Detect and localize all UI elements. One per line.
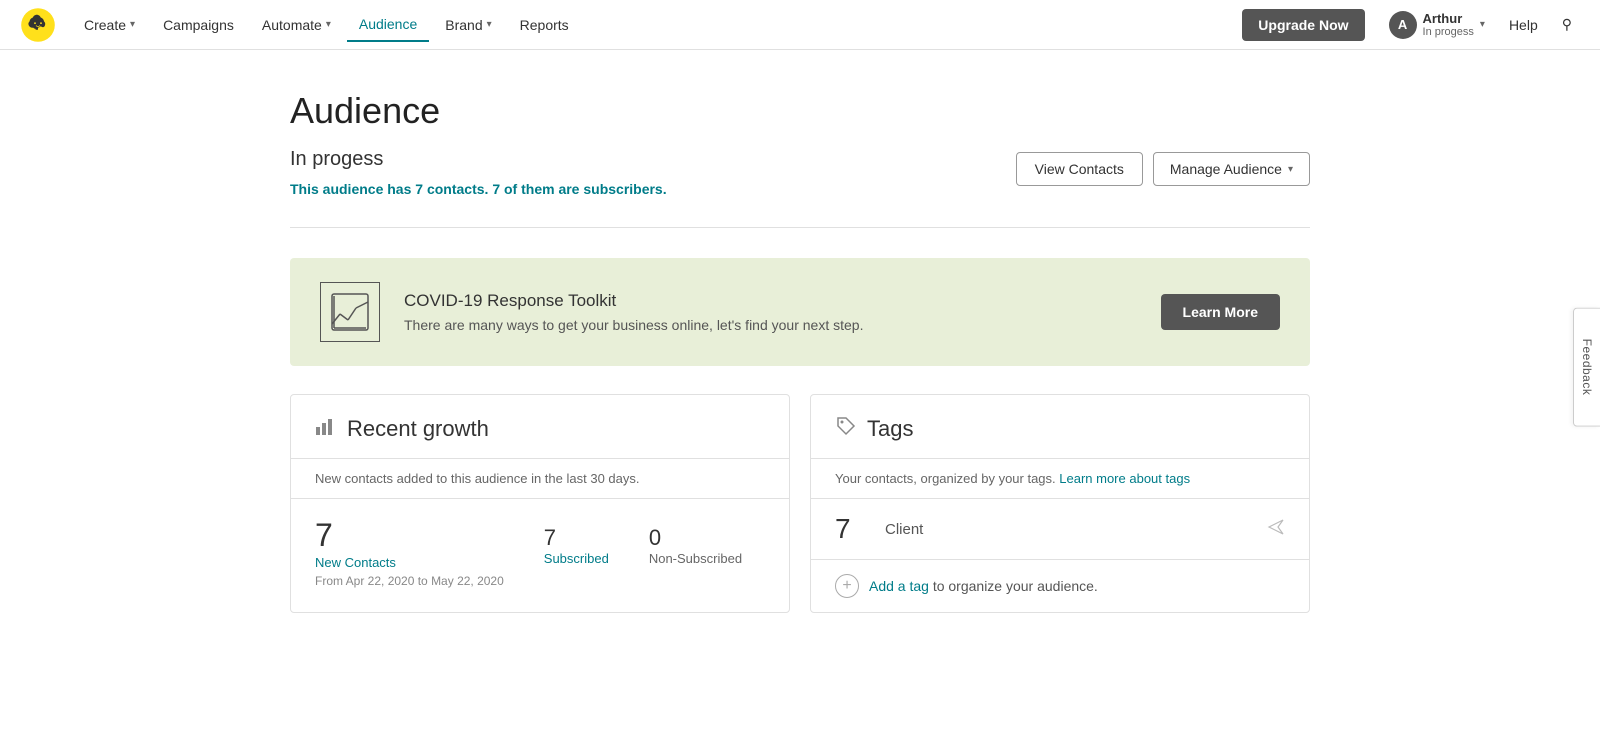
avatar: A	[1389, 11, 1417, 39]
learn-more-button[interactable]: Learn More	[1161, 294, 1280, 330]
growth-card-subtitle: New contacts added to this audience in t…	[291, 459, 789, 499]
chevron-down-icon: ▾	[326, 19, 331, 30]
user-menu[interactable]: A Arthur In progess ▾	[1381, 7, 1493, 43]
view-contacts-button[interactable]: View Contacts	[1016, 152, 1143, 186]
audience-description: This audience has 7 contacts. 7 of them …	[290, 181, 667, 197]
non-subscribed-number: 0	[649, 525, 742, 551]
subscribed-number: 7	[544, 525, 609, 551]
tag-row: 7 Client	[811, 499, 1309, 560]
nav-campaigns[interactable]: Campaigns	[151, 9, 246, 41]
user-name: Arthur	[1423, 11, 1474, 26]
recent-growth-card: Recent growth New contacts added to this…	[290, 394, 790, 613]
nav-audience[interactable]: Audience	[347, 8, 429, 42]
tags-card: Tags Your contacts, organized by your ta…	[810, 394, 1310, 613]
new-contacts-link[interactable]: New Contacts	[315, 555, 504, 570]
growth-card-title: Recent growth	[347, 416, 489, 442]
bar-chart-icon	[315, 415, 337, 442]
feedback-wrapper: Feedback	[1573, 308, 1600, 427]
logo[interactable]	[20, 7, 56, 43]
covid-icon	[320, 282, 380, 342]
tag-count: 7	[835, 513, 885, 545]
covid-banner: COVID-19 Response Toolkit There are many…	[290, 258, 1310, 366]
tags-card-title: Tags	[867, 416, 913, 442]
covid-title: COVID-19 Response Toolkit	[404, 291, 1137, 311]
page-title: Audience	[290, 90, 1310, 132]
cards-row: Recent growth New contacts added to this…	[290, 394, 1310, 613]
nav-create[interactable]: Create ▾	[72, 9, 147, 41]
add-tag-button[interactable]: +	[835, 574, 859, 598]
growth-card-content: 7 New Contacts From Apr 22, 2020 to May …	[291, 499, 789, 608]
upgrade-button[interactable]: Upgrade Now	[1242, 9, 1364, 41]
main-content: Audience In progess This audience has 7 …	[270, 50, 1330, 613]
user-status: In progess	[1423, 26, 1474, 38]
growth-date-range: From Apr 22, 2020 to May 22, 2020	[315, 574, 504, 588]
tag-name: Client	[885, 521, 1267, 538]
chevron-down-icon: ▾	[487, 19, 492, 30]
chevron-down-icon: ▾	[1288, 164, 1293, 175]
divider	[290, 227, 1310, 228]
help-link[interactable]: Help	[1497, 9, 1550, 41]
header-actions: View Contacts Manage Audience ▾	[1016, 152, 1310, 186]
nav-reports[interactable]: Reports	[508, 9, 581, 41]
send-icon[interactable]	[1267, 518, 1285, 541]
chevron-down-icon: ▾	[1480, 19, 1485, 30]
page-header-row: In progess This audience has 7 contacts.…	[290, 148, 1310, 197]
manage-audience-button[interactable]: Manage Audience ▾	[1153, 152, 1310, 186]
add-tag-row: + Add a tag to organize your audience.	[811, 560, 1309, 612]
tag-icon	[835, 415, 857, 442]
feedback-button[interactable]: Feedback	[1573, 308, 1600, 427]
add-tag-link[interactable]: Add a tag	[869, 578, 929, 594]
covid-subtitle: There are many ways to get your business…	[404, 317, 1137, 333]
learn-more-tags-link[interactable]: Learn more about tags	[1059, 471, 1190, 486]
tags-card-subtitle: Your contacts, organized by your tags. L…	[811, 459, 1309, 499]
audience-name: In progess	[290, 148, 667, 171]
main-nav: Create ▾ Campaigns Automate ▾ Audience B…	[0, 0, 1600, 50]
subscribed-link[interactable]: Subscribed	[544, 551, 609, 566]
chevron-down-icon: ▾	[130, 19, 135, 30]
search-icon[interactable]: ⚲	[1554, 8, 1580, 41]
growth-main-number: 7	[315, 519, 504, 551]
subscribers-count: 7	[492, 181, 500, 197]
nav-brand[interactable]: Brand ▾	[433, 9, 503, 41]
non-subscribed-label: Non-Subscribed	[649, 551, 742, 566]
nav-automate[interactable]: Automate ▾	[250, 9, 343, 41]
contacts-count: 7	[415, 181, 423, 197]
